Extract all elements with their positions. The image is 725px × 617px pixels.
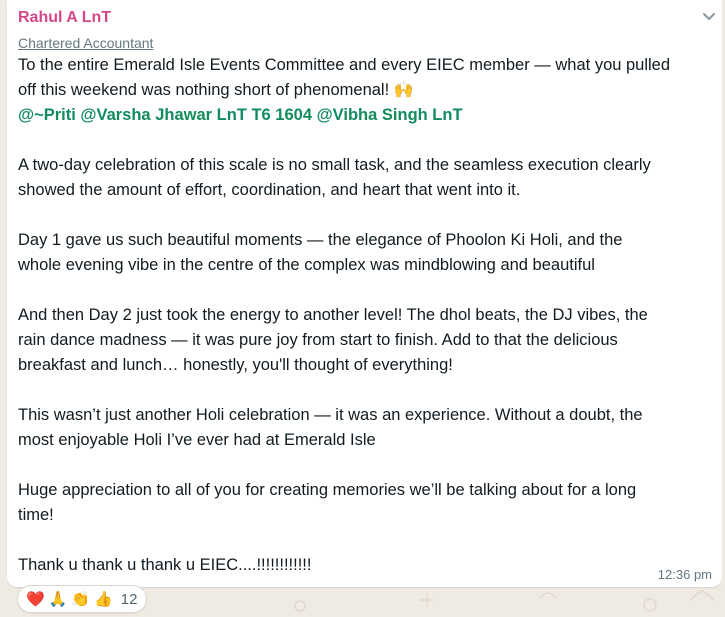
reaction-count: 12: [120, 590, 138, 608]
folded-hands-reaction-icon: 🙏: [48, 590, 68, 608]
message-line: showed the amount of effort, coordinatio…: [18, 181, 521, 199]
message-line: Day 1 gave us such beautiful moments — t…: [18, 231, 623, 249]
message-line: And then Day 2 just took the energy to a…: [18, 306, 648, 324]
chevron-down-icon[interactable]: [702, 12, 716, 22]
reactions-pill[interactable]: ❤️ 🙏 👏 👍 12: [17, 585, 148, 613]
sender-subtitle[interactable]: Chartered Accountant: [18, 35, 153, 51]
mentions[interactable]: @~Priti @Varsha Jhawar LnT T6 1604 @Vibh…: [18, 103, 714, 128]
message-timestamp: 12:36 pm: [657, 567, 712, 582]
message-line: time!: [18, 506, 54, 524]
raised-hands-emoji: 🙌: [393, 82, 414, 99]
message-line: rain dance madness — it was pure joy fro…: [18, 331, 618, 349]
clapping-hands-reaction-icon: 👏: [71, 590, 91, 608]
message-line: whole evening vibe in the centre of the …: [18, 256, 595, 274]
message-line-text: off this weekend was nothing short of ph…: [18, 81, 394, 99]
message-bubble[interactable]: Rahul A LnT Chartered Accountant To the …: [7, 0, 722, 587]
message-line: off this weekend was nothing short of ph…: [18, 78, 714, 103]
message-line: most enjoyable Holi I’ve ever had at Eme…: [18, 431, 376, 449]
message-line: Thank u thank u thank u EIEC....!!!!!!!!…: [18, 556, 312, 574]
message-line: To the entire Emerald Isle Events Commit…: [18, 56, 671, 74]
message-line: breakfast and lunch… honestly, you'll th…: [18, 356, 453, 374]
message-line: This wasn’t just another Holi celebratio…: [18, 406, 643, 424]
thumbs-up-reaction-icon: 👍: [94, 590, 113, 608]
message-line: A two-day celebration of this scale is n…: [18, 156, 651, 174]
heart-reaction-icon: ❤️: [26, 590, 45, 608]
message-line: Huge appreciation to all of you for crea…: [18, 481, 637, 499]
sender-name[interactable]: Rahul A LnT: [18, 9, 111, 27]
message-text: To the entire Emerald Isle Events Commit…: [18, 53, 714, 578]
